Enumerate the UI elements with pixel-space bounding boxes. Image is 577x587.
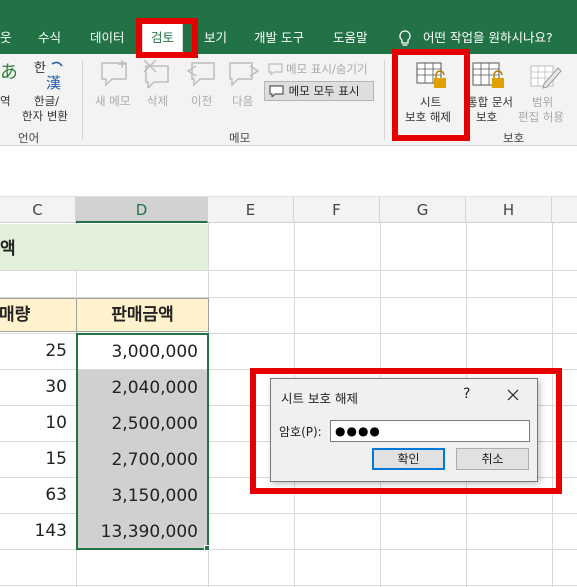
ribbon-review: あ 역 한 漢 한글/ 한자 변환 언어 새 메모 삭제 이전 다음 메모 표시… xyxy=(0,54,577,146)
cell-quantity-total[interactable]: 143 xyxy=(0,513,67,549)
group-divider xyxy=(82,60,83,140)
title-cell-text: 액 xyxy=(0,239,16,259)
tab-view[interactable]: 보기 xyxy=(204,24,227,54)
highlight-unprotect-sheet xyxy=(392,49,470,141)
grid-line xyxy=(0,585,577,586)
tab-developer[interactable]: 개발 도구 xyxy=(254,24,304,54)
cell-quantity[interactable]: 63 xyxy=(0,477,67,513)
group-comments-label: 메모 xyxy=(229,131,251,145)
column-header-d[interactable]: D xyxy=(76,197,208,223)
formula-bar-area xyxy=(0,147,577,197)
previous-comment-icon[interactable] xyxy=(186,60,216,88)
svg-text:あ: あ xyxy=(0,62,16,83)
translate-icon[interactable]: あ xyxy=(0,60,16,86)
column-header-f[interactable]: F xyxy=(294,197,380,223)
grid-line xyxy=(0,270,577,271)
column-header-c[interactable]: C xyxy=(0,197,76,223)
highlight-dialog xyxy=(250,368,562,494)
show-all-comments-label: 메모 모두 표시 xyxy=(288,84,360,98)
header-cell-sales-amount[interactable]: 판매금액 xyxy=(76,298,209,332)
next-comment-label: 다음 xyxy=(232,94,254,108)
next-comment-icon[interactable] xyxy=(228,60,260,88)
translate-label: 역 xyxy=(0,94,11,108)
hangul-hanja-icon[interactable]: 한 漢 xyxy=(34,58,70,92)
header-cell-quantity[interactable]: 매량 xyxy=(0,298,77,332)
show-all-comments-icon xyxy=(269,85,284,99)
allow-edit-ranges-label-1: 범위 xyxy=(532,95,554,109)
svg-text:한: 한 xyxy=(34,61,46,76)
group-language-label: 언어 xyxy=(18,131,40,145)
cell-quantity[interactable]: 30 xyxy=(0,369,67,405)
group-divider xyxy=(384,60,385,140)
group-protect-label: 보호 xyxy=(503,131,525,145)
show-hide-comment-button[interactable]: 메모 표시/숨기기 xyxy=(286,61,368,77)
svg-text:漢: 漢 xyxy=(46,74,61,92)
column-header-e[interactable]: E xyxy=(208,197,294,223)
lightbulb-icon xyxy=(399,30,411,46)
highlight-review-tab xyxy=(136,18,198,58)
protect-workbook-label-1: 통합 문서 xyxy=(467,95,513,109)
hangul-hanja-label-2: 한자 변환 xyxy=(22,109,68,123)
show-all-comments-button[interactable]: 메모 모두 표시 xyxy=(264,81,374,101)
fill-handle[interactable] xyxy=(204,545,210,551)
tell-me-search[interactable]: 어떤 작업을 원하시나요? xyxy=(423,24,553,52)
tab-help[interactable]: 도움말 xyxy=(333,24,368,54)
title-cell[interactable] xyxy=(0,224,208,270)
column-headers: C D E F G H xyxy=(0,197,577,223)
delete-comment-icon[interactable] xyxy=(142,60,172,88)
show-hide-comment-icon xyxy=(268,63,283,75)
new-comment-icon[interactable] xyxy=(100,60,130,88)
protect-workbook-icon[interactable] xyxy=(472,62,506,92)
cell-quantity[interactable]: 25 xyxy=(0,333,67,369)
tab-partial[interactable]: 웃 xyxy=(0,24,12,54)
column-header-h[interactable]: H xyxy=(466,197,552,223)
allow-edit-ranges-label-2: 편집 허용 xyxy=(518,110,564,124)
tab-formulas[interactable]: 수식 xyxy=(38,24,61,54)
previous-comment-label: 이전 xyxy=(191,94,213,108)
cell-selection-border xyxy=(76,333,209,550)
cell-quantity[interactable]: 10 xyxy=(0,405,67,441)
allow-edit-ranges-icon[interactable] xyxy=(530,62,564,92)
ribbon-tab-bar: 웃 수식 데이터 검토 보기 개발 도구 도움말 어떤 작업을 원하시나요? xyxy=(0,0,577,54)
new-comment-label: 새 메모 xyxy=(95,94,131,108)
delete-comment-label: 삭제 xyxy=(147,94,169,108)
hangul-hanja-label-1: 한글/ xyxy=(34,94,60,108)
cell-quantity[interactable]: 15 xyxy=(0,441,67,477)
column-header-g[interactable]: G xyxy=(380,197,466,223)
protect-workbook-label-2: 보호 xyxy=(476,110,498,124)
tab-data[interactable]: 데이터 xyxy=(90,24,125,54)
